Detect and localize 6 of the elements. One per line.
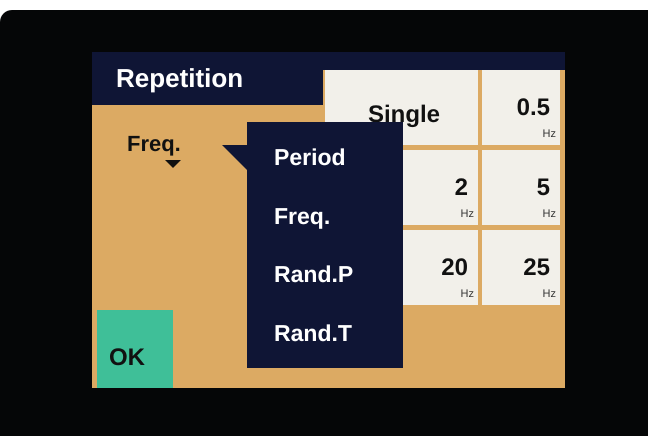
screen-title: Repetition — [116, 62, 244, 95]
unit-label: Hz — [542, 286, 556, 302]
unit-label: Hz — [460, 206, 474, 222]
unit-label: Hz — [542, 126, 556, 142]
unit-label: Hz — [542, 206, 556, 222]
unit-label: Hz — [460, 286, 474, 302]
